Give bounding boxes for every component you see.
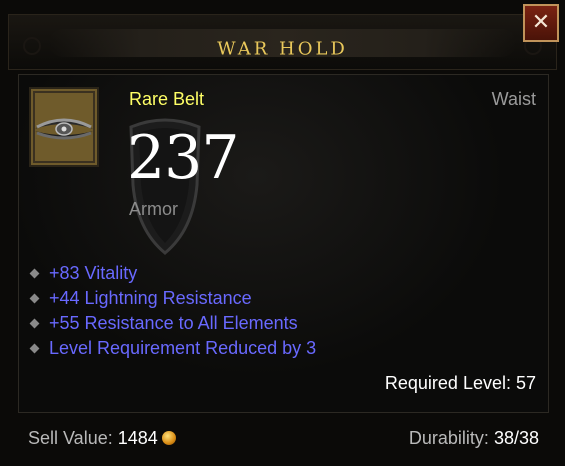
affix-item: Level Requirement Reduced by 3 xyxy=(29,336,316,361)
durability: Durability: 38/38 xyxy=(409,428,539,449)
tooltip-header: WAR HOLD xyxy=(8,14,557,70)
bullet-icon xyxy=(29,343,40,354)
sell-amount: 1484 xyxy=(117,428,158,448)
durability-label: Durability: xyxy=(408,428,489,448)
bullet-icon xyxy=(29,268,40,279)
item-title: WAR HOLD xyxy=(217,38,348,60)
tooltip-body: Rare Belt Waist 237 Armor +83 Vitality +… xyxy=(18,74,549,413)
sell-value: Sell Value: 1484 xyxy=(28,428,176,449)
item-slot: Waist xyxy=(491,89,536,109)
affix-item: +44 Lightning Resistance xyxy=(29,286,316,311)
durability-value: 38/38 xyxy=(493,428,539,448)
bullet-icon xyxy=(29,293,40,304)
affix-item: +83 Vitality xyxy=(29,261,316,286)
item-tooltip: WAR HOLD ✕ Rare Belt Waist 237 Armor +83… xyxy=(0,0,565,466)
affix-item: +55 Resistance to All Elements xyxy=(29,311,316,336)
belt-icon xyxy=(29,87,99,167)
tooltip-footer: Sell Value: 1484 Durability: 38/38 xyxy=(18,420,549,458)
affix-list: +83 Vitality +44 Lightning Resistance +5… xyxy=(29,261,316,361)
required-level: Required Level: 57 xyxy=(384,373,536,393)
close-button[interactable]: ✕ xyxy=(523,4,559,42)
bullet-icon xyxy=(29,318,40,329)
item-rarity-type: Rare Belt xyxy=(129,89,205,109)
gold-coin-icon xyxy=(161,431,176,445)
armor-value: 237 xyxy=(127,123,240,193)
armor-label: Armor xyxy=(129,199,178,219)
sell-label: Sell Value: xyxy=(28,428,113,448)
